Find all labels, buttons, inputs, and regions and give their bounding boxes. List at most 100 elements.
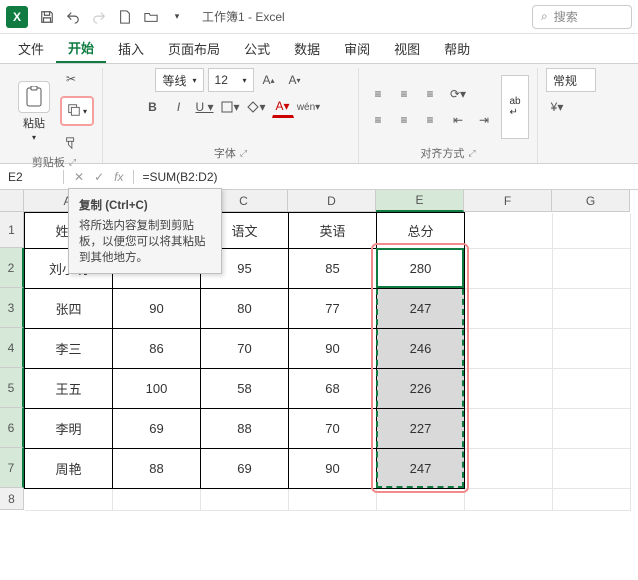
cell[interactable] xyxy=(465,289,553,329)
cell[interactable] xyxy=(377,489,465,511)
cell[interactable] xyxy=(113,489,201,511)
cell[interactable]: 王五 xyxy=(25,369,113,409)
row-header[interactable]: 8 xyxy=(0,488,24,510)
phonetic-button[interactable]: wén▾ xyxy=(298,96,320,118)
save-icon[interactable] xyxy=(34,4,60,30)
tab-file[interactable]: 文件 xyxy=(6,34,56,63)
cell[interactable] xyxy=(553,289,631,329)
currency-icon[interactable]: ¥▾ xyxy=(546,96,568,118)
formula-input[interactable]: =SUM(B2:D2) xyxy=(134,170,638,184)
cell[interactable]: 86 xyxy=(113,329,201,369)
cell[interactable] xyxy=(289,489,377,511)
undo-icon[interactable] xyxy=(60,4,86,30)
underline-button[interactable]: U ▾ xyxy=(194,96,216,118)
tab-page-layout[interactable]: 页面布局 xyxy=(156,34,232,63)
row-header[interactable]: 4 xyxy=(0,328,24,368)
tab-data[interactable]: 数据 xyxy=(282,34,332,63)
tab-review[interactable]: 审阅 xyxy=(332,34,382,63)
row-header[interactable]: 5 xyxy=(0,368,24,408)
cell[interactable] xyxy=(25,489,113,511)
cell[interactable]: 70 xyxy=(201,329,289,369)
cell[interactable]: 227 xyxy=(377,409,465,449)
cell[interactable] xyxy=(553,329,631,369)
cell[interactable]: 88 xyxy=(201,409,289,449)
new-file-icon[interactable] xyxy=(112,4,138,30)
tab-help[interactable]: 帮助 xyxy=(432,34,482,63)
qat-more-icon[interactable]: ▾ xyxy=(164,4,190,30)
column-header[interactable]: G xyxy=(552,190,630,212)
font-name-combo[interactable]: 等线▾ xyxy=(155,68,203,92)
number-format-combo[interactable]: 常规 xyxy=(546,68,596,92)
cell[interactable]: 总分 xyxy=(377,213,465,249)
row-header[interactable]: 3 xyxy=(0,288,24,328)
fill-color-button[interactable]: ▾ xyxy=(246,96,268,118)
align-right-icon[interactable]: ≡ xyxy=(419,109,441,131)
row-header[interactable]: 2 xyxy=(0,248,24,288)
font-size-combo[interactable]: 12▾ xyxy=(208,68,254,92)
dialog-launcher-icon[interactable]: ⤢ xyxy=(240,148,247,159)
border-button[interactable]: ▾ xyxy=(220,96,242,118)
cell[interactable] xyxy=(465,489,553,511)
cell[interactable] xyxy=(465,249,553,289)
align-middle-icon[interactable]: ≡ xyxy=(393,83,415,105)
align-left-icon[interactable]: ≡ xyxy=(367,109,389,131)
cell[interactable]: 100 xyxy=(113,369,201,409)
dialog-launcher-icon[interactable]: ⤢ xyxy=(468,148,475,159)
cell[interactable]: 246 xyxy=(377,329,465,369)
tab-formulas[interactable]: 公式 xyxy=(232,34,282,63)
cell[interactable] xyxy=(553,489,631,511)
align-top-icon[interactable]: ≡ xyxy=(367,83,389,105)
cell[interactable]: 280 xyxy=(377,249,465,289)
orientation-icon[interactable]: ⟳▾ xyxy=(447,83,469,105)
cell[interactable] xyxy=(553,213,631,249)
cell[interactable]: 周艳 xyxy=(25,449,113,489)
cell[interactable]: 247 xyxy=(377,289,465,329)
cell[interactable]: 李明 xyxy=(25,409,113,449)
cell[interactable]: 90 xyxy=(113,289,201,329)
cell[interactable] xyxy=(465,213,553,249)
format-painter-button[interactable] xyxy=(60,132,82,154)
cell[interactable]: 247 xyxy=(377,449,465,489)
open-folder-icon[interactable] xyxy=(138,4,164,30)
row-header[interactable]: 1 xyxy=(0,212,24,248)
row-header[interactable]: 6 xyxy=(0,408,24,448)
align-center-icon[interactable]: ≡ xyxy=(393,109,415,131)
enter-formula-icon[interactable]: ✓ xyxy=(94,170,104,184)
cell[interactable] xyxy=(465,329,553,369)
font-color-button[interactable]: A▾ xyxy=(272,96,294,118)
cell[interactable] xyxy=(201,489,289,511)
redo-icon[interactable] xyxy=(86,4,112,30)
fx-icon[interactable]: fx xyxy=(114,170,123,184)
cell[interactable]: 69 xyxy=(113,409,201,449)
increase-font-icon[interactable]: A▴ xyxy=(258,69,280,91)
cell[interactable]: 88 xyxy=(113,449,201,489)
cell[interactable] xyxy=(553,449,631,489)
cell[interactable]: 李三 xyxy=(25,329,113,369)
wrap-text-button[interactable]: ab↵ xyxy=(501,75,529,139)
cell[interactable]: 77 xyxy=(289,289,377,329)
tab-insert[interactable]: 插入 xyxy=(106,34,156,63)
column-header[interactable]: D xyxy=(288,190,376,212)
copy-button[interactable]: ▾ xyxy=(60,96,94,126)
dialog-launcher-icon[interactable]: ⤢ xyxy=(69,157,76,168)
cell[interactable]: 90 xyxy=(289,329,377,369)
cell[interactable] xyxy=(553,369,631,409)
italic-button[interactable]: I xyxy=(168,96,190,118)
search-box[interactable]: ⌕ 搜索 xyxy=(532,5,632,29)
decrease-font-icon[interactable]: A▾ xyxy=(284,69,306,91)
cell[interactable] xyxy=(553,249,631,289)
cell[interactable] xyxy=(553,409,631,449)
tab-view[interactable]: 视图 xyxy=(382,34,432,63)
column-header[interactable]: F xyxy=(464,190,552,212)
cell[interactable]: 70 xyxy=(289,409,377,449)
cut-button[interactable]: ✂ xyxy=(60,68,82,90)
paste-button[interactable]: 粘贴 ▾ xyxy=(14,79,54,143)
cell[interactable]: 80 xyxy=(201,289,289,329)
indent-decrease-icon[interactable]: ⇤ xyxy=(447,109,469,131)
cell[interactable]: 张四 xyxy=(25,289,113,329)
select-all-corner[interactable] xyxy=(0,190,24,212)
cell[interactable]: 90 xyxy=(289,449,377,489)
cell[interactable]: 226 xyxy=(377,369,465,409)
row-header[interactable]: 7 xyxy=(0,448,24,488)
indent-increase-icon[interactable]: ⇥ xyxy=(473,109,495,131)
